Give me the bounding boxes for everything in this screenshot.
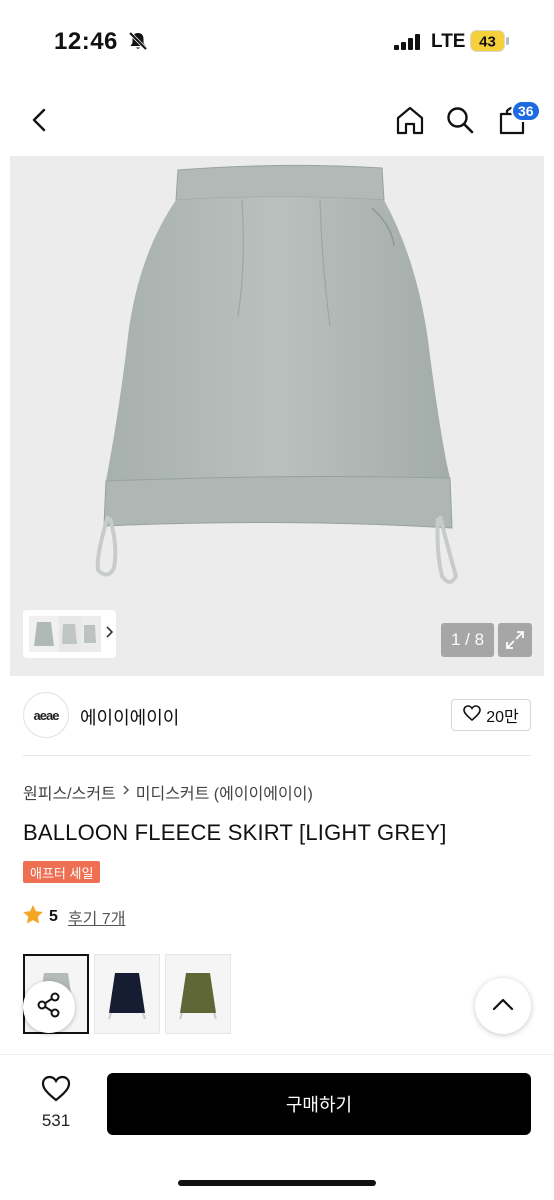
brand-logo-text: aeae [33,707,60,723]
thumbnail-strip[interactable] [23,610,116,658]
share-button[interactable] [23,981,75,1033]
expand-icon[interactable] [498,623,532,657]
chevron-right-icon [105,625,114,643]
star-icon [23,905,43,929]
scroll-top-button[interactable] [475,978,531,1034]
product-page: 12:46 LTE 43 36 1 / 8 aeae 에이이에이이 20만 원피… [0,0,554,1200]
battery-icon: 43 [470,30,510,52]
skirt-illustration [95,164,459,584]
chevron-up-icon [492,997,514,1016]
rating-score: 5 [49,908,58,925]
color-swatch-khaki [179,973,217,1020]
home-icon[interactable] [390,100,430,140]
divider [23,755,531,756]
home-indicator [178,1180,376,1186]
product-title: BALLOON FLEECE SKIRT [LIGHT GREY] [23,820,447,845]
chevron-right-icon [122,783,130,801]
network-label: LTE [431,31,466,52]
share-icon [36,992,62,1023]
breadcrumb-category[interactable]: 원피스/스커트 [23,780,116,804]
back-icon[interactable] [20,100,60,140]
color-option-navy[interactable] [94,954,160,1034]
breadcrumb-subcategory[interactable]: 미디스커트 (에이이에이이) [136,780,313,804]
brand-like-count: 20만 [486,709,519,726]
bell-slash-icon [127,30,149,52]
wishlist-button[interactable]: 531 [28,1075,84,1131]
battery-level: 43 [479,34,496,51]
breadcrumb: 원피스/스커트 미디스커트 (에이이에이이) [23,780,313,804]
cart-count-badge: 36 [511,100,541,122]
top-nav [0,90,554,150]
status-time: 12:46 [54,28,118,55]
heart-icon [463,704,482,726]
product-image[interactable] [10,156,544,676]
review-count-link[interactable]: 후기 7개 [68,905,126,929]
color-swatch-navy [108,973,146,1020]
signal-icon [394,34,422,50]
buy-button[interactable]: 구매하기 [107,1073,531,1135]
status-bar: 12:46 LTE 43 [0,0,554,80]
sale-tag: 애프터 세일 [23,861,101,883]
search-icon[interactable] [440,100,480,140]
brand-like-button[interactable]: 20만 [451,699,531,731]
thumbnail-images [29,616,101,652]
brand-logo[interactable]: aeae [23,692,69,738]
color-option-khaki[interactable] [165,954,231,1034]
image-pager: 1 / 8 [441,623,494,657]
brand-name[interactable]: 에이이에이이 [80,704,179,730]
wishlist-count: 531 [41,1111,71,1130]
rating-summary[interactable]: 5 후기 7개 [23,905,125,929]
heart-icon [41,1075,71,1107]
